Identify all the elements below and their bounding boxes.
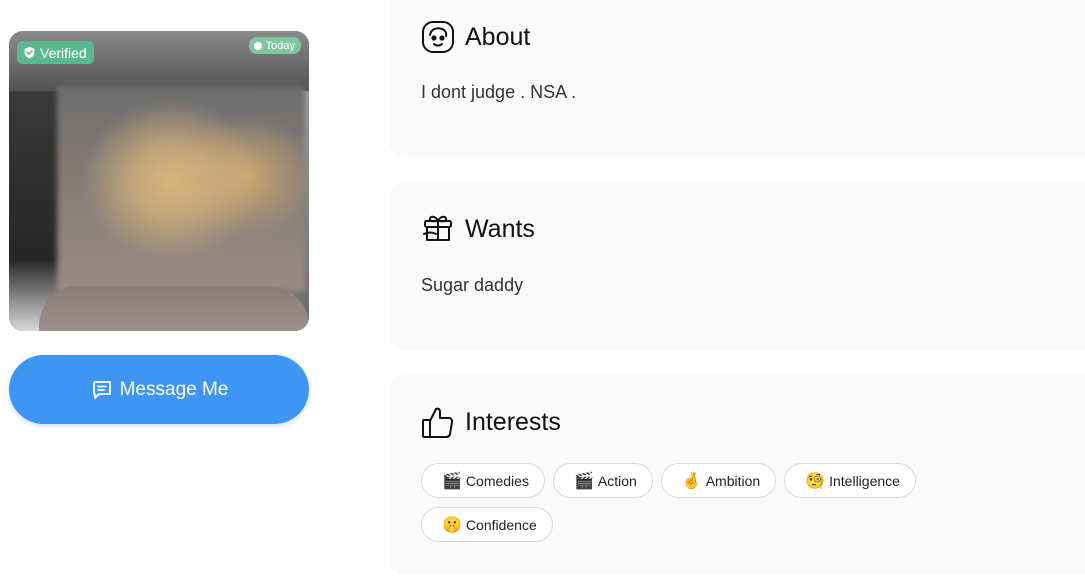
monocle-face-icon: 🧐: [805, 471, 826, 490]
about-text: I dont judge . NSA .: [421, 82, 577, 102]
activity-badge: Today: [248, 37, 301, 54]
interest-chip[interactable]: 🧐 Intelligence: [784, 463, 916, 498]
profile-photo[interactable]: Verified Today: [9, 31, 309, 331]
face-icon: [422, 21, 454, 53]
interest-chip[interactable]: 🤫 Confidence: [421, 507, 553, 542]
about-header: About: [421, 20, 530, 54]
interest-label: Comedies: [465, 472, 529, 489]
verified-label: Verified: [40, 44, 87, 61]
clapperboard-icon: 🎬: [442, 471, 462, 490]
interest-label: Ambition: [705, 472, 761, 489]
wants-header: Wants: [421, 212, 535, 246]
online-dot-icon: [253, 41, 262, 50]
about-card: About I dont judge . NSA .: [389, 0, 1085, 157]
message-me-button[interactable]: Message Me: [9, 355, 309, 424]
shield-check-icon: [24, 46, 35, 59]
clapperboard-icon: 🎬: [573, 471, 594, 490]
thumbs-up-icon: [422, 407, 454, 438]
interest-label: Action: [597, 472, 637, 489]
gift-icon: [423, 215, 452, 241]
wants-text: Sugar daddy: [421, 275, 524, 295]
shushing-face-icon: 🤫: [442, 515, 462, 534]
message-me-label: Message Me: [119, 378, 229, 400]
verified-badge: Verified: [17, 41, 94, 64]
interest-chip[interactable]: 🎬 Action: [552, 463, 653, 498]
interests-title: Interests: [465, 407, 561, 436]
interest-label: Confidence: [465, 516, 537, 533]
interests-card: Interests 🎬 Comedies 🎬 Action 🤞 Ambition…: [389, 375, 1085, 575]
wants-title: Wants: [465, 214, 535, 243]
activity-label: Today: [265, 39, 295, 52]
interest-chip[interactable]: 🤞 Ambition: [660, 463, 777, 498]
interest-chip[interactable]: 🎬 Comedies: [421, 463, 545, 498]
photo-shirt: [39, 286, 309, 331]
chat-icon: [92, 380, 111, 399]
interest-chip-list: 🎬 Comedies 🎬 Action 🤞 Ambition 🧐 Intelli…: [421, 463, 1041, 542]
crossed-fingers-icon: 🤞: [681, 471, 702, 490]
interests-header: Interests: [421, 405, 561, 439]
blurred-face: [57, 86, 305, 291]
wants-card: Wants Sugar daddy: [389, 182, 1085, 350]
profile-page: Verified Today Message Me About I dont j…: [0, 0, 1085, 580]
interest-label: Intelligence: [829, 472, 900, 489]
about-title: About: [465, 22, 531, 51]
